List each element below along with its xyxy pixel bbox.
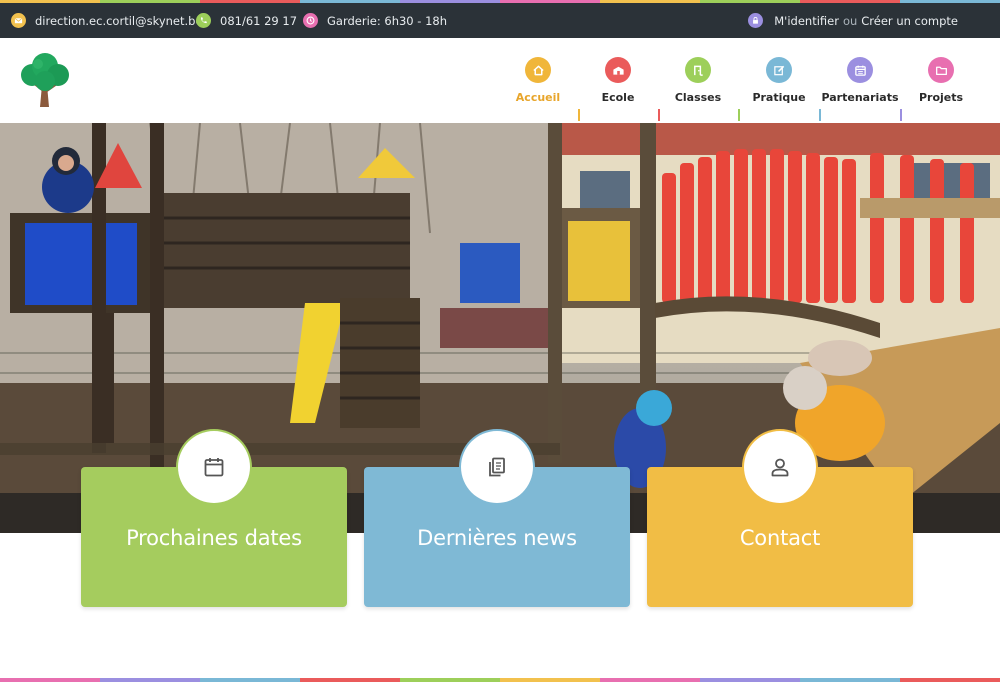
- phone-text[interactable]: 081/61 29 17: [220, 14, 297, 28]
- nav-separator: [738, 109, 740, 121]
- main-navigation: Accueil Ecole Classes Pratique Partenariats P…: [0, 57, 1000, 121]
- user-icon: [771, 458, 789, 477]
- nav-item-projets[interactable]: Projets: [896, 57, 986, 104]
- email-contact[interactable]: direction.ec.cortil@skynet.be: [11, 3, 203, 38]
- card-contact[interactable]: Contact: [647, 429, 913, 607]
- home-icon: [525, 57, 551, 83]
- rainbow-strip-bottom: [0, 678, 1000, 682]
- card-badge-wrap: [742, 429, 818, 505]
- nav-item-accueil[interactable]: Accueil: [493, 57, 583, 104]
- nav-separator: [578, 109, 580, 121]
- calendar-icon: [847, 57, 873, 83]
- top-info-bar: direction.ec.cortil@skynet.be 081/61 29 …: [0, 3, 1000, 38]
- card-badge: [461, 431, 533, 503]
- nav-item-ecole[interactable]: Ecole: [573, 57, 663, 104]
- hours-text: Garderie: 6h30 - 18h: [327, 13, 448, 28]
- clock-icon: [303, 13, 318, 28]
- account-links: M'identifier ou Créer un compte: [748, 3, 958, 38]
- nav-separator: [900, 109, 902, 121]
- nav-item-label: Classes: [674, 91, 722, 104]
- register-link[interactable]: Créer un compte: [861, 14, 958, 28]
- school-icon: [605, 57, 631, 83]
- card-title: Dernières news: [417, 526, 577, 550]
- phone-icon: [196, 13, 211, 28]
- card-title: Prochaines dates: [126, 526, 302, 550]
- nav-item-pratique[interactable]: Pratique: [734, 57, 824, 104]
- card-badge: [178, 431, 250, 503]
- nav-item-partenariats[interactable]: Partenariats: [815, 57, 905, 104]
- site-header: Accueil Ecole Classes Pratique Partenariats P…: [0, 38, 1000, 123]
- email-text[interactable]: direction.ec.cortil@skynet.be: [35, 14, 203, 28]
- nav-item-classes[interactable]: Classes: [653, 57, 743, 104]
- envelope-icon: [11, 13, 26, 28]
- nav-item-label: Pratique: [752, 91, 806, 104]
- folder-icon: [928, 57, 954, 83]
- door-icon: [685, 57, 711, 83]
- nav-item-label: Partenariats: [821, 91, 899, 104]
- lock-icon: [748, 13, 764, 28]
- nav-item-label: Projets: [918, 91, 964, 104]
- or-separator: ou: [842, 13, 858, 28]
- login-link[interactable]: M'identifier: [774, 14, 839, 28]
- nav-separator: [658, 109, 660, 121]
- card-news[interactable]: Dernières news: [364, 429, 630, 607]
- phone-contact[interactable]: 081/61 29 17: [196, 3, 297, 38]
- card-badge-wrap: [176, 429, 252, 505]
- card-badge-wrap: [459, 429, 535, 505]
- card-title: Contact: [739, 526, 821, 550]
- documents-icon: [489, 457, 505, 477]
- nav-separator: [819, 109, 821, 121]
- card-dates[interactable]: Prochaines dates: [81, 429, 347, 607]
- nav-item-label: Ecole: [601, 91, 635, 104]
- calendar-icon: [204, 458, 224, 477]
- card-badge: [744, 431, 816, 503]
- hours-info: Garderie: 6h30 - 18h: [303, 3, 447, 38]
- edit-icon: [766, 57, 792, 83]
- nav-item-label: Accueil: [515, 91, 561, 104]
